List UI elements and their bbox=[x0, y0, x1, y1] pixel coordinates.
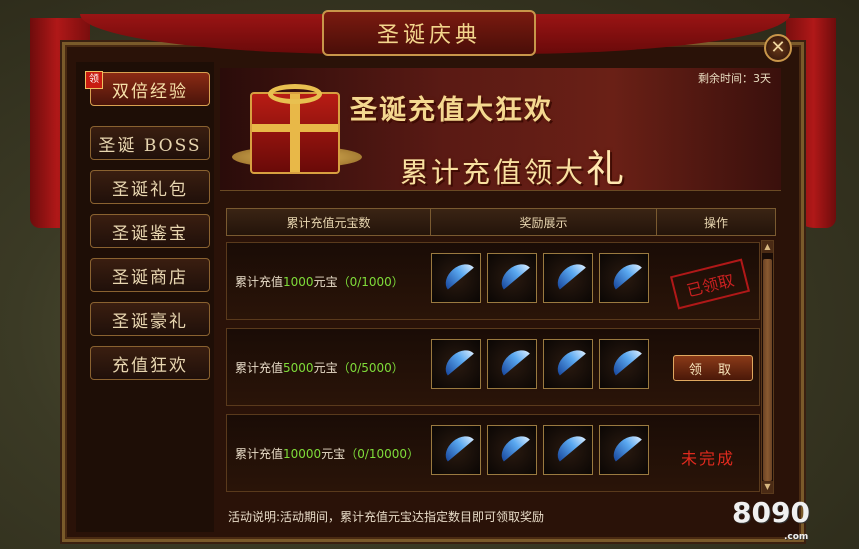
requirement-prefix: 累计充值 bbox=[235, 447, 284, 461]
reward-items bbox=[431, 425, 649, 475]
requirement-unit: 元宝 bbox=[313, 361, 338, 375]
sidebar-item-label: 充值狂欢 bbox=[112, 355, 188, 376]
reward-items bbox=[431, 253, 649, 303]
event-description: 活动说明:活动期间，累计充值元宝达指定数目即可领取奖励 bbox=[228, 510, 545, 524]
blue-feather-icon bbox=[552, 430, 586, 462]
sidebar-item-christmas-pack[interactable]: 圣诞礼包 bbox=[90, 170, 210, 204]
requirement-progress: （0/10000） bbox=[345, 447, 420, 461]
blue-feather-icon bbox=[552, 258, 586, 290]
table-header: 累计充值元宝数 奖励展示 操作 bbox=[226, 208, 776, 236]
window-title: 圣诞庆典 bbox=[322, 10, 536, 56]
watermark-main: 8090 bbox=[732, 496, 810, 529]
requirement-progress: （0/5000） bbox=[337, 361, 404, 375]
reward-items bbox=[431, 339, 649, 389]
blue-feather-icon bbox=[608, 258, 642, 290]
blue-feather-icon bbox=[440, 430, 474, 462]
watermark-sub: .com bbox=[784, 532, 809, 542]
blue-feather-icon bbox=[496, 344, 530, 376]
requirement-unit: 元宝 bbox=[313, 275, 338, 289]
scroll-up-arrow-icon[interactable]: ▲ bbox=[762, 241, 773, 253]
sidebar-item-label: 圣诞豪礼 bbox=[112, 311, 188, 332]
claimed-stamp: 已领取 bbox=[669, 258, 751, 310]
blue-feather-icon bbox=[496, 430, 530, 462]
reward-item-slot[interactable] bbox=[487, 253, 537, 303]
row-requirement: 累计充值5000元宝（0/5000） bbox=[235, 359, 404, 376]
row-requirement: 累计充值10000元宝（0/10000） bbox=[235, 445, 419, 462]
row-requirement: 累计充值1000元宝（0/1000） bbox=[235, 273, 404, 290]
banner-subheadline-text: 累计充值领大 bbox=[400, 156, 587, 189]
banner-subheadline-big-char: 礼 bbox=[586, 147, 628, 191]
reward-item-slot[interactable] bbox=[543, 339, 593, 389]
requirement-amount: 10000 bbox=[283, 447, 322, 461]
table-row: 累计充值5000元宝（0/5000） 领 取 bbox=[226, 328, 760, 406]
gift-box-icon bbox=[250, 92, 340, 174]
sidebar-item-recharge-carnival[interactable]: 充值狂欢 bbox=[90, 346, 210, 380]
claim-badge-icon: 领 bbox=[85, 71, 103, 89]
gift-bow-decoration bbox=[268, 84, 322, 104]
sidebar-item-label: 圣诞 BOSS bbox=[98, 135, 202, 156]
table-row: 累计充值10000元宝（0/10000） 未完成 bbox=[226, 414, 760, 492]
sidebar-item-label: 圣诞鉴宝 bbox=[112, 223, 188, 244]
reward-item-slot[interactable] bbox=[487, 339, 537, 389]
reward-item-slot[interactable] bbox=[599, 253, 649, 303]
sidebar: 领 双倍经验 圣诞 BOSS 圣诞礼包 圣诞鉴宝 圣诞商店 圣诞豪礼 充值狂欢 bbox=[76, 62, 214, 532]
sidebar-item-double-exp[interactable]: 领 双倍经验 bbox=[85, 71, 210, 106]
reward-item-slot[interactable] bbox=[431, 253, 481, 303]
sidebar-item-christmas-boss[interactable]: 圣诞 BOSS bbox=[90, 126, 210, 160]
reward-item-slot[interactable] bbox=[431, 425, 481, 475]
site-watermark-logo: 8090 .com bbox=[732, 496, 810, 542]
blue-feather-icon bbox=[608, 344, 642, 376]
reward-item-slot[interactable] bbox=[543, 425, 593, 475]
claim-button[interactable]: 领 取 bbox=[673, 355, 753, 381]
close-button[interactable]: ✕ bbox=[764, 34, 792, 62]
sidebar-item-label: 双倍经验 bbox=[112, 81, 188, 102]
column-header-amount: 累计充值元宝数 bbox=[227, 209, 431, 235]
reward-item-slot[interactable] bbox=[543, 253, 593, 303]
scrollbar-thumb[interactable] bbox=[763, 259, 772, 481]
sidebar-item-label: 圣诞商店 bbox=[112, 267, 188, 288]
incomplete-status: 未完成 bbox=[681, 449, 736, 468]
banner-headline: 圣诞充值大狂欢 bbox=[350, 95, 553, 126]
blue-feather-icon bbox=[440, 344, 474, 376]
requirement-unit: 元宝 bbox=[321, 447, 346, 461]
sidebar-item-christmas-shop[interactable]: 圣诞商店 bbox=[90, 258, 210, 292]
blue-feather-icon bbox=[496, 258, 530, 290]
column-header-rewards: 奖励展示 bbox=[431, 209, 657, 235]
reward-item-slot[interactable] bbox=[487, 425, 537, 475]
blue-feather-icon bbox=[552, 344, 586, 376]
sidebar-item-christmas-gift[interactable]: 圣诞豪礼 bbox=[90, 302, 210, 336]
remaining-time: 剩余时间：3天 bbox=[698, 72, 771, 85]
requirement-amount: 5000 bbox=[283, 361, 314, 375]
column-header-action: 操作 bbox=[657, 209, 775, 235]
requirement-amount: 1000 bbox=[283, 275, 314, 289]
reward-item-slot[interactable] bbox=[599, 339, 649, 389]
blue-feather-icon bbox=[440, 258, 474, 290]
banner-subheadline: 累计充值领大礼 bbox=[400, 138, 627, 193]
scrollbar[interactable]: ▲ ▼ bbox=[761, 240, 774, 494]
requirement-prefix: 累计充值 bbox=[235, 361, 284, 375]
sidebar-item-christmas-appraisal[interactable]: 圣诞鉴宝 bbox=[90, 214, 210, 248]
scroll-down-arrow-icon[interactable]: ▼ bbox=[762, 481, 773, 493]
table-row: 累计充值1000元宝（0/1000） 已领取 bbox=[226, 242, 760, 320]
requirement-prefix: 累计充值 bbox=[235, 275, 284, 289]
sidebar-item-label: 圣诞礼包 bbox=[112, 179, 188, 200]
requirement-progress: （0/1000） bbox=[337, 275, 404, 289]
reward-item-slot[interactable] bbox=[431, 339, 481, 389]
reward-item-slot[interactable] bbox=[599, 425, 649, 475]
blue-feather-icon bbox=[608, 430, 642, 462]
